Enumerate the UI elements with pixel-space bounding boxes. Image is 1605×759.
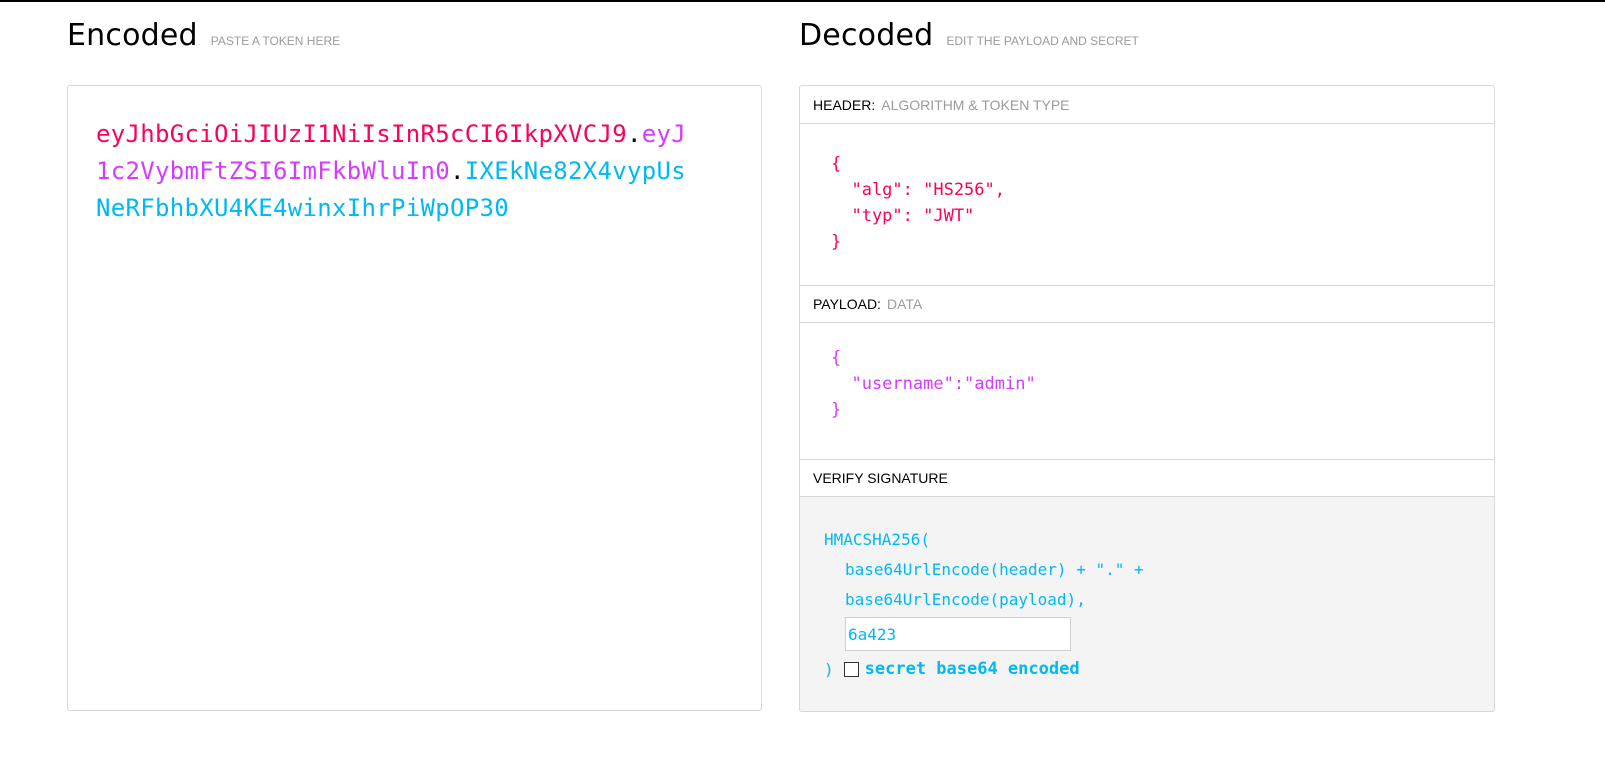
payload-label: PAYLOAD:: [813, 296, 881, 312]
decoded-heading: Decoded EDIT THE PAYLOAD AND SECRET: [799, 18, 1139, 53]
hmac-header-line: base64UrlEncode(header) + "." +: [845, 560, 1144, 579]
verify-section-title: VERIFY SIGNATURE: [800, 459, 1494, 497]
encoded-subtitle: PASTE A TOKEN HERE: [210, 34, 341, 48]
top-border: [0, 0, 1605, 2]
header-section-title: HEADER: ALGORITHM & TOKEN TYPE: [800, 86, 1494, 124]
token-separator: .: [626, 120, 642, 148]
decoded-subtitle: EDIT THE PAYLOAD AND SECRET: [946, 34, 1139, 48]
decoded-panel: HEADER: ALGORITHM & TOKEN TYPE { "alg": …: [799, 85, 1495, 712]
header-sublabel: ALGORITHM & TOKEN TYPE: [881, 96, 1070, 113]
payload-json-editor[interactable]: { "username":"admin" }: [831, 345, 1036, 423]
base64-checkbox[interactable]: [843, 661, 859, 677]
encoded-heading: Encoded PASTE A TOKEN HERE: [67, 18, 340, 53]
token-separator: .: [449, 157, 465, 185]
encoded-token-text[interactable]: eyJhbGciOiJIUzI1NiIsInR5cCI6IkpXVCJ9.eyJ…: [96, 116, 696, 227]
encoded-token-editor[interactable]: eyJhbGciOiJIUzI1NiIsInR5cCI6IkpXVCJ9.eyJ…: [67, 85, 762, 711]
encoded-title: Encoded: [67, 18, 198, 53]
payload-sublabel: DATA: [886, 296, 923, 312]
header-json-editor[interactable]: { "alg": "HS256", "typ": "JWT" }: [831, 151, 1005, 255]
verify-label: VERIFY SIGNATURE: [813, 470, 948, 486]
hmac-close: ): [824, 659, 834, 679]
hmac-payload-line: base64UrlEncode(payload),: [845, 590, 1086, 609]
secret-input[interactable]: [845, 617, 1071, 651]
header-label: HEADER:: [813, 96, 876, 113]
verify-signature-pane: HMACSHA256( base64UrlEncode(header) + ".…: [800, 497, 1494, 711]
decoded-title: Decoded: [799, 18, 934, 53]
token-header-part: eyJhbGciOiJIUzI1NiIsInR5cCI6IkpXVCJ9: [96, 120, 627, 148]
hmac-close-row: ) secret base64 encoded: [824, 654, 1494, 684]
base64-checkbox-label[interactable]: secret base64 encoded: [865, 659, 1080, 679]
payload-section-title: PAYLOAD: DATA: [800, 285, 1494, 323]
hmac-open: HMACSHA256(: [824, 530, 930, 549]
